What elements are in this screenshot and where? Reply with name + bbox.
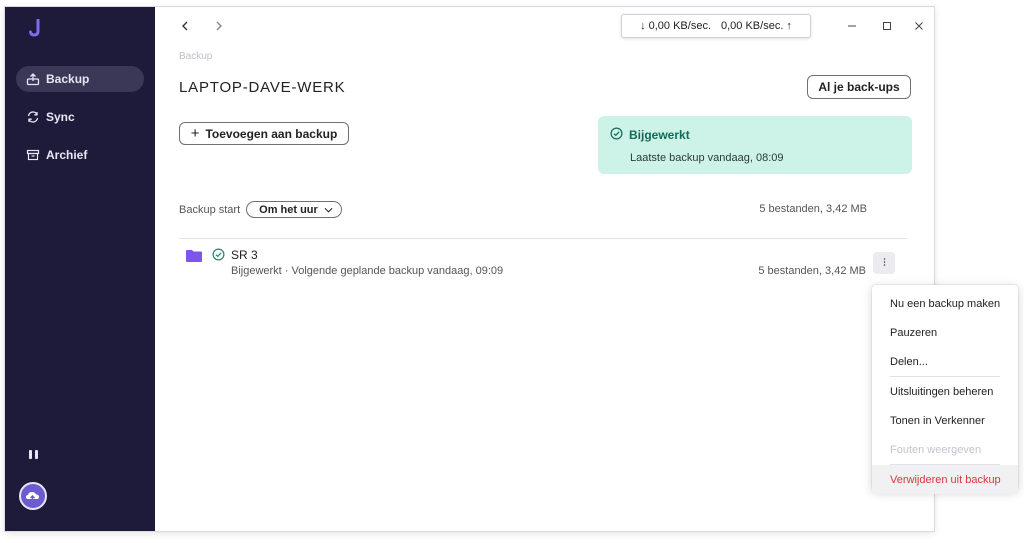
kebab-menu-icon [883,256,886,270]
close-button[interactable] [910,17,928,35]
app-window: Backup Sync Archief ↓ 0,00 KB/sec. 0,00 … [5,7,934,531]
folder-icon [186,249,202,262]
transfer-speed: ↓ 0,00 KB/sec. 0,00 KB/sec. ↑ [621,14,811,38]
menu-item-pause[interactable]: Pauzeren [872,318,1018,347]
status-subtitle: Laatste backup vandaag, 08:09 [630,152,784,164]
status-card: Bijgewerkt Laatste backup vandaag, 08:09 [598,116,912,174]
add-to-backup-button[interactable]: + Toevoegen aan backup [179,122,349,145]
schedule-dropdown[interactable]: Om het uur [246,201,342,218]
backup-icon [26,72,40,86]
pause-icon[interactable] [26,447,40,461]
sidebar-item-backup[interactable]: Backup [16,66,144,92]
menu-item-backup-now[interactable]: Nu een backup maken [872,289,1018,318]
check-circle-icon [610,127,623,143]
upload-speed: 0,00 KB/sec. ↑ [721,20,792,32]
sidebar-item-sync[interactable]: Sync [16,104,144,130]
folder-file-count: 5 bestanden, 3,42 MB [758,265,866,277]
page-title: LAPTOP-DAVE-WERK [179,79,346,96]
download-speed: ↓ 0,00 KB/sec. [640,20,711,32]
status-title: Bijgewerkt [610,127,690,143]
arrow-down-icon: ↓ [640,20,646,32]
back-button[interactable] [177,18,193,34]
backup-schedule: Backup start Om het uur [179,201,342,218]
arrow-up-icon: ↑ [786,20,792,32]
schedule-label: Backup start [179,203,241,216]
plus-icon: + [190,125,200,142]
app-logo [29,18,43,37]
sidebar-item-archief[interactable]: Archief [16,142,144,168]
menu-item-show-in-explorer[interactable]: Tonen in Verkenner [872,406,1018,435]
more-options-button[interactable] [873,252,895,274]
chevron-down-icon [324,204,333,216]
minimize-button[interactable] [843,17,861,35]
menu-item-remove-from-backup[interactable]: Verwijderen uit backup [872,465,1018,494]
folder-status: Bijgewerkt · Volgende geplande backup va… [231,265,504,277]
backup-folder-row[interactable]: SR 3 Bijgewerkt · Volgende geplande back… [179,245,919,285]
menu-item-manage-exclusions[interactable]: Uitsluitingen beheren [872,377,1018,406]
upload-status-icon[interactable] [19,482,47,510]
main-content: ↓ 0,00 KB/sec. 0,00 KB/sec. ↑ Backup LAP… [155,7,934,531]
maximize-button[interactable] [878,17,896,35]
total-file-count: 5 bestanden, 3,42 MB [759,203,867,215]
menu-item-show-errors: Fouten weergeven [890,443,982,456]
folder-name: SR 3 [231,248,258,262]
menu-item-share[interactable]: Delen... [872,347,1018,376]
all-backups-button[interactable]: Al je back-ups [807,75,911,99]
forward-button[interactable] [211,18,227,34]
sync-icon [26,110,40,124]
context-menu: Nu een backup maken Pauzeren Delen... Ui… [872,285,1018,494]
sidebar-item-label: Archief [46,148,88,162]
sidebar-item-label: Backup [46,72,90,86]
check-circle-icon [212,248,225,266]
divider [179,238,907,239]
breadcrumb: Backup [179,51,213,62]
sidebar: Backup Sync Archief [5,7,155,531]
sidebar-item-label: Sync [46,110,75,124]
archive-icon [26,148,40,162]
